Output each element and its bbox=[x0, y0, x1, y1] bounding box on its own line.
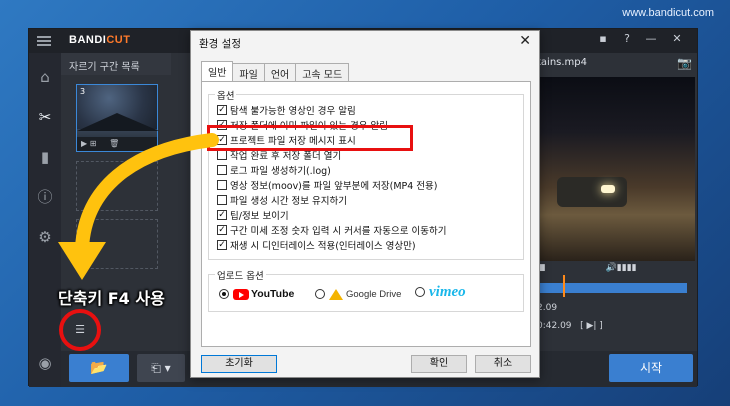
close-window-icon[interactable]: ✕ bbox=[669, 32, 685, 45]
video-preview bbox=[537, 77, 695, 261]
help-icon[interactable]: ? bbox=[619, 32, 635, 45]
preview-headlight bbox=[601, 185, 615, 193]
tab-fast-mode[interactable]: 고속 모드 bbox=[295, 63, 350, 81]
option-notify-unseekable[interactable]: ✓ 탐색 불가능한 영상인 경우 알림 bbox=[217, 103, 356, 117]
volume-icon[interactable]: 🔊▮▮▮▮ bbox=[606, 263, 637, 273]
timeline[interactable] bbox=[537, 275, 687, 297]
snapshot-icon[interactable]: 📷 bbox=[677, 56, 692, 70]
clip-number: 3 bbox=[80, 87, 86, 96]
upload-options-group: 업로드 옵션 YouTube Google Drive vimeo bbox=[208, 268, 524, 312]
home-icon[interactable]: ⌂ bbox=[35, 67, 55, 87]
app-logo: BANDICUT bbox=[69, 34, 131, 46]
menu-icon[interactable] bbox=[37, 36, 51, 46]
tab-language[interactable]: 언어 bbox=[263, 63, 297, 81]
google-drive-icon bbox=[329, 288, 343, 300]
record-icon[interactable]: ◉ bbox=[35, 353, 55, 373]
file-name: tains.mp4 bbox=[537, 57, 588, 68]
upload-vimeo-option[interactable]: vimeo bbox=[415, 283, 466, 300]
cut-list-title: 자르기 구간 목록 bbox=[61, 53, 171, 75]
folder-window-icon[interactable]: ▪ bbox=[595, 32, 611, 45]
timeline-marker[interactable] bbox=[563, 275, 565, 297]
watermark: www.bandicut.com bbox=[622, 7, 714, 19]
start-time: 2.09 bbox=[537, 303, 558, 313]
cut-icon[interactable]: ✂ bbox=[35, 107, 55, 127]
tab-file[interactable]: 파일 bbox=[232, 63, 265, 81]
dialog-title: 환경 설정 bbox=[199, 38, 241, 50]
hotkey-caption: 단축키 F4 사용 bbox=[58, 289, 165, 308]
radio-button[interactable] bbox=[315, 289, 325, 299]
youtube-logo: YouTube bbox=[233, 288, 294, 300]
option-auto-move-cursor[interactable]: ✓ 구간 미세 조정 숫자 입력 시 커서를 자동으로 이동하기 bbox=[217, 223, 446, 237]
option-keep-file-time[interactable]: 파일 생성 시간 정보 유지하기 bbox=[217, 193, 347, 207]
option-deinterlace[interactable]: ✓ 재생 시 디인터레이스 적용(인터레이스 영상만) bbox=[217, 238, 416, 252]
close-icon[interactable]: ✕ bbox=[519, 33, 531, 49]
highlight-box bbox=[207, 125, 413, 151]
option-create-log[interactable]: 로그 파일 생성하기(.log) bbox=[217, 163, 331, 177]
film-cut-icon: ⎗ ▾ bbox=[151, 361, 171, 375]
ok-button[interactable]: 확인 bbox=[411, 355, 467, 373]
tab-general[interactable]: 일반 bbox=[201, 61, 234, 81]
minimize-icon[interactable]: — bbox=[643, 32, 659, 45]
thumbnail-mountain bbox=[77, 113, 159, 131]
preview-car bbox=[557, 177, 627, 207]
general-tab-panel: 옵션 ✓ 탐색 불가능한 영상인 경우 알림 ✓ 저장 폴더에 이미 파일이 있는 … bbox=[201, 81, 531, 347]
folder-icon: 📂 bbox=[90, 360, 108, 376]
checkbox[interactable]: ✓ bbox=[217, 105, 227, 115]
cancel-button[interactable]: 취소 bbox=[475, 355, 531, 373]
vimeo-logo: vimeo bbox=[429, 283, 466, 300]
curved-arrow-icon bbox=[58, 133, 219, 280]
radio-button[interactable] bbox=[415, 287, 425, 297]
cut-mode-button[interactable]: ⎗ ▾ bbox=[137, 354, 185, 382]
tab-strip: 일반 파일 언어 고속 모드 bbox=[201, 61, 350, 81]
google-drive-logo: Google Drive bbox=[329, 288, 401, 300]
highlight-circle bbox=[59, 309, 101, 351]
playback-controls: ■ 🔊▮▮▮▮ bbox=[537, 263, 695, 279]
options-group: 옵션 ✓ 탐색 불가능한 영상인 경우 알림 ✓ 저장 폴더에 이미 파일이 있는 … bbox=[208, 88, 524, 260]
open-folder-button[interactable]: 📂 bbox=[69, 354, 129, 382]
reset-button[interactable]: 초기화 bbox=[201, 355, 277, 373]
option-moov-front[interactable]: 영상 정보(moov)를 파일 앞부분에 저장(MP4 전용) bbox=[217, 178, 438, 192]
upload-youtube-option[interactable]: YouTube bbox=[219, 287, 294, 301]
upload-google-drive-option[interactable]: Google Drive bbox=[315, 287, 401, 301]
settings-dialog: 환경 설정 ✕ 일반 파일 언어 고속 모드 옵션 ✓ 탐색 불가능한 영상인 경우 알… bbox=[190, 30, 540, 378]
current-time: 0:42.09 [ ▶| ] bbox=[537, 321, 603, 331]
youtube-play-icon bbox=[233, 288, 249, 300]
options-group-label: 옵션 bbox=[215, 88, 237, 102]
start-button[interactable]: 시작 bbox=[609, 354, 693, 382]
